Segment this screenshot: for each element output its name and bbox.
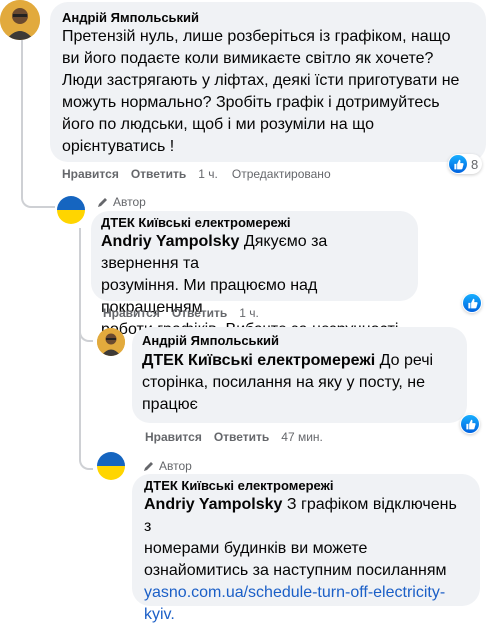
like-count-pill[interactable]: 8 (448, 154, 483, 174)
like-button[interactable]: Нравится (103, 306, 160, 320)
comment-actions-1: Нравится Ответить 1 ч. Отредактировано (62, 167, 345, 181)
avatar-user[interactable] (0, 0, 40, 40)
timestamp[interactable]: 47 мин. (281, 430, 323, 444)
reply-button[interactable]: Ответить (214, 430, 269, 444)
comment-bubble-3: Андрій Ямпольський ДТЕК Київські електро… (132, 327, 467, 423)
thread-curve-1 (21, 182, 55, 208)
comment-text: ДТЕК Київські електромережі До речі стор… (142, 352, 434, 413)
avatar-dtek[interactable] (97, 452, 125, 480)
comment-bubble-2: ДТЕК Київські електромережі Andriy Yampo… (91, 211, 418, 338)
timestamp[interactable]: 1 ч. (239, 306, 259, 320)
comment-author[interactable]: Андрій Ямпольський (142, 333, 457, 348)
edited-label[interactable]: Отредактировано (232, 167, 331, 181)
comment-author[interactable]: ДТЕК Київські електромережі (101, 215, 408, 230)
comment-text: Претензій нуль, лише розберіться із граф… (62, 28, 460, 155)
avatar-dtek[interactable] (57, 196, 85, 224)
avatar-user[interactable] (97, 328, 125, 356)
thumbs-up-icon (463, 294, 481, 312)
thread-line-main (21, 40, 23, 190)
like-reaction[interactable] (460, 414, 480, 434)
comment-actions-2: Нравится Ответить 1 ч. (103, 306, 273, 320)
comment-text: Andriy Yampolsky Дякуємо за звернення та… (101, 233, 398, 338)
schedule-link[interactable]: yasno.com.ua/schedule-turn-off-electrici… (144, 582, 468, 626)
reply-button[interactable]: Ответить (131, 167, 186, 181)
like-count: 8 (471, 156, 479, 172)
thread-curve-3 (79, 332, 93, 470)
mention-link[interactable]: Andriy Yampolsky (101, 233, 239, 250)
pencil-icon (144, 462, 153, 471)
mention-link[interactable]: Andriy Yampolsky (144, 496, 282, 513)
author-badge: Автор (143, 459, 192, 473)
comment-author[interactable]: Андрій Ямпольський (62, 10, 474, 25)
comment-text: Andriy Yampolsky З графіком відключень з… (144, 494, 468, 626)
mention-link[interactable]: ДТЕК Київські електромережі (142, 352, 375, 369)
thumbs-up-icon (449, 155, 467, 173)
comment-author[interactable]: ДТЕК Київські електромережі (144, 478, 468, 493)
like-button[interactable]: Нравится (62, 167, 119, 181)
comment-bubble-4: ДТЕК Київські електромережі Andriy Yampo… (132, 474, 480, 623)
author-badge: Автор (97, 195, 146, 209)
comment-bubble-1: Андрій Ямпольський Претензій нуль, лише … (50, 2, 486, 162)
pencil-icon (98, 198, 107, 207)
like-reaction[interactable] (462, 293, 482, 313)
thumbs-up-icon (461, 415, 479, 433)
timestamp[interactable]: 1 ч. (198, 167, 218, 181)
like-button[interactable]: Нравится (145, 430, 202, 444)
comment-actions-3: Нравится Ответить 47 мин. (145, 430, 337, 444)
reply-button[interactable]: Ответить (172, 306, 227, 320)
thread-line-reply (79, 228, 81, 310)
